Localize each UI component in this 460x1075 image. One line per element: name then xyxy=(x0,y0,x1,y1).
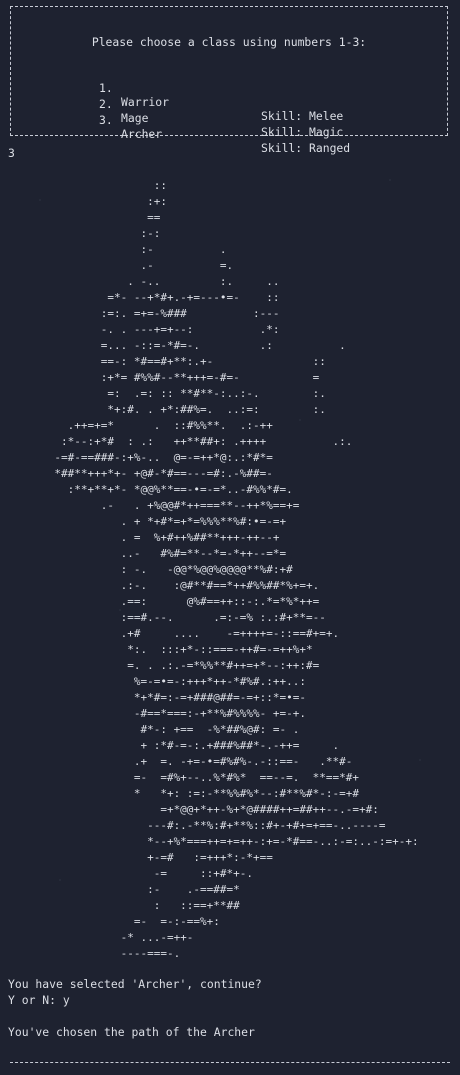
continue-prompt: You have selected 'Archer', continue? xyxy=(8,977,262,991)
class-menu-box: Please choose a class using numbers 1-3:… xyxy=(10,6,448,155)
class-option-mage: 2. Mage Skill: Magic xyxy=(99,83,343,139)
class-option-archer: 3. Archer Skill: Ranged xyxy=(99,99,350,155)
terminal-window: Please choose a class using numbers 1-3:… xyxy=(0,0,460,1075)
option-number: 3. xyxy=(99,113,113,127)
archer-ascii-art: :: :+: == :-: :- . .- =. . -.. :. .. =*-… xyxy=(54,179,419,960)
option-skill: Skill: Melee xyxy=(261,109,344,123)
option-class-name: Archer xyxy=(121,127,163,141)
option-skill: Skill: Ranged xyxy=(261,141,351,155)
class-option-warrior: 1. Warrior Skill: Melee xyxy=(99,67,343,123)
class-option-list: 1. Warrior Skill: Melee 2. Mage Skill: M… xyxy=(99,67,350,155)
option-skill: Skill: Magic xyxy=(261,125,344,139)
result-message: You've chosen the path of the Archer xyxy=(8,1025,255,1039)
confirm-input-line[interactable]: Y or N: y xyxy=(8,992,70,1008)
menu-title: Please choose a class using numbers 1-3: xyxy=(91,35,367,49)
bottom-divider xyxy=(10,1062,450,1063)
user-choice-input: 3 xyxy=(8,146,15,160)
